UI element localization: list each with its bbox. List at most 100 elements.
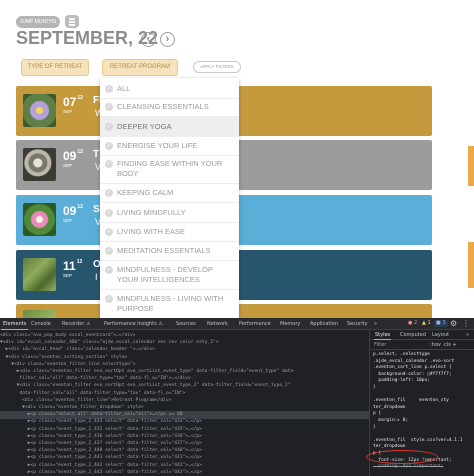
event-day: 07: [63, 95, 77, 109]
event-title: S: [93, 204, 100, 215]
style-rule-line[interactable]: ter_dropdown: [373, 405, 474, 411]
tab-memory[interactable]: Memory: [280, 318, 300, 330]
tab-performance-insights[interactable]: Performance insights ⚠: [104, 318, 163, 330]
option-label: FINDING EASE WITHIN YOUR BODY: [117, 159, 223, 178]
dropdown-option[interactable]: KEEPING CALM: [100, 188, 239, 203]
check-icon: [105, 122, 113, 132]
option-label: LIVING MINDFULLY: [117, 208, 186, 217]
check-icon: [105, 84, 113, 94]
style-rule-line[interactable]: .eventon_fil eventon_sty: [373, 398, 474, 404]
menu-icon[interactable]: [65, 15, 79, 28]
tab-console[interactable]: Console: [31, 318, 51, 330]
event-day-sup: 12: [76, 259, 83, 265]
tab-layout[interactable]: Layout: [432, 330, 449, 340]
event-month: SEP: [63, 109, 73, 114]
hov-cls-buttons[interactable]: :hov .cls +: [430, 340, 457, 350]
check-icon: [105, 159, 113, 169]
error-count-badge[interactable]: ● 2: [406, 320, 419, 327]
style-rule-line[interactable]: .eventon_sort_line p.select {: [373, 365, 474, 371]
option-label: LIVING WITH EASE: [117, 227, 185, 236]
styles-filter-input[interactable]: Filter: [374, 340, 386, 350]
tab-sources[interactable]: Sources: [176, 318, 196, 330]
tab-recorder[interactable]: Recorder ⚠: [62, 318, 90, 330]
gear-icon[interactable]: ⚙: [450, 319, 457, 328]
style-rule-line[interactable]: .ajde_evcal_calendar .evo-sort: [373, 359, 474, 365]
side-tab[interactable]: [468, 242, 474, 288]
kebab-menu-icon[interactable]: ⋮: [462, 319, 470, 328]
dropdown-option[interactable]: LIVING WITH EASE: [100, 227, 239, 242]
check-icon: [105, 141, 113, 151]
event-month: SEP: [63, 273, 73, 278]
event-title: T: [93, 149, 100, 160]
event-month: SEP: [63, 163, 73, 168]
styles-filter-bar: Filter :hov .cls +: [370, 340, 474, 350]
check-icon: [105, 265, 113, 275]
option-label: KEEPING CALM: [117, 188, 174, 197]
warning-count: 1: [427, 320, 431, 326]
dropdown-option[interactable]: DEEPER YOGA: [100, 117, 239, 137]
style-rule-line[interactable]: margin:▸ 0;: [373, 418, 474, 424]
next-month-button[interactable]: ›: [160, 32, 175, 47]
dropdown-option[interactable]: MEDITATION ESSENTIALS: [100, 246, 239, 261]
devtools-panel: Elements Console Recorder ⚠ Performance …: [0, 318, 474, 476]
event-day: 11: [63, 259, 76, 273]
check-icon: [105, 188, 113, 198]
elements-tree[interactable]: <div class="evo_pop_body evcal_eventcard…: [0, 330, 369, 476]
event-day: 09: [63, 149, 77, 163]
check-icon: [105, 246, 113, 256]
event-day-sup: 12: [77, 149, 83, 155]
check-icon: [105, 102, 113, 112]
tab-elements[interactable]: Elements: [0, 318, 29, 330]
styles-tabbar: Styles Computed Layout »: [370, 330, 474, 340]
option-label: ALL: [117, 84, 131, 93]
filter-type-of-retreat[interactable]: TYPE OF RETREAT: [21, 59, 89, 76]
style-rule-line[interactable]: p {: [373, 411, 474, 417]
style-rule-line[interactable]: }: [373, 425, 474, 431]
tab-computed[interactable]: Computed: [400, 330, 426, 340]
dom-node-line[interactable]: ▶<p class="event_type_2_443 select" data…: [0, 469, 369, 476]
tab-network[interactable]: Network: [207, 318, 228, 330]
tab-application[interactable]: Application: [310, 318, 338, 330]
dropdown-option-all[interactable]: ALL: [100, 84, 239, 99]
event-image: [23, 203, 56, 236]
tab-performance[interactable]: Performance: [239, 318, 271, 330]
dropdown-option[interactable]: ENERGISE YOUR LIFE: [100, 141, 239, 156]
more-style-tabs[interactable]: »: [466, 330, 469, 340]
style-rule-line[interactable]: }: [373, 385, 474, 391]
style-rule-line[interactable]: p.select, .selecttype: [373, 352, 474, 358]
check-icon: [105, 208, 113, 218]
style-rule-line[interactable]: padding: 8px !important;: [373, 464, 474, 470]
filter-retreat-program[interactable]: RETREAT PROGRAM: [102, 59, 178, 76]
event-image: [23, 310, 56, 318]
dropdown-option[interactable]: LIVING MINDFULLY: [100, 208, 239, 223]
event-day-sup: 12: [77, 95, 83, 101]
dropdown-option[interactable]: FINDING EASE WITHIN YOUR BODY: [100, 159, 239, 184]
tab-styles[interactable]: Styles: [373, 330, 392, 340]
issues-badge[interactable]: ■ 3: [434, 320, 448, 327]
option-label: MINDFULNESS - DEVELOP YOUR INTELLIGENCES: [117, 265, 213, 284]
warning-count-badge[interactable]: ▲ 1: [420, 320, 433, 327]
event-day-sup: 12: [77, 204, 83, 210]
jump-months-button[interactable]: JUMP MONTHS: [16, 16, 60, 28]
more-tabs-button[interactable]: »: [374, 318, 377, 330]
option-label: CLEANSING ESSENTIALS: [117, 102, 209, 111]
issues-count: 3: [442, 320, 446, 326]
check-icon: [105, 227, 113, 237]
dropdown-option[interactable]: MINDFULNESS - LIVING WITH PURPOSE: [100, 294, 239, 314]
calendar-page: JUMP MONTHS SEPTEMBER, 22 ‹ › TYPE OF RE…: [0, 0, 474, 318]
month-title: SEPTEMBER, 22: [16, 28, 159, 48]
annotation-circle: [366, 450, 438, 464]
style-rule-line[interactable]: padding-left: 10px;: [373, 378, 474, 384]
option-label: MEDITATION ESSENTIALS: [117, 246, 211, 255]
option-label: DEEPER YOGA: [117, 122, 172, 131]
dropdown-option[interactable]: MINDFULNESS - DEVELOP YOUR INTELLIGENCES: [100, 265, 239, 290]
event-image: [23, 148, 56, 181]
style-rule-line[interactable]: background-color: ▢#f7f7f7;: [373, 372, 474, 378]
error-count: 2: [413, 320, 418, 326]
prev-month-button[interactable]: ‹: [141, 32, 156, 47]
style-rule-line[interactable]: .eventon_fil style.css?ver=4.1.1: [373, 438, 474, 444]
dropdown-option[interactable]: CLEANSING ESSENTIALS: [100, 102, 239, 117]
apply-filters-button[interactable]: APPLY FILTERS: [193, 61, 241, 73]
side-tab[interactable]: [468, 146, 474, 186]
tab-security[interactable]: Security: [347, 318, 368, 330]
